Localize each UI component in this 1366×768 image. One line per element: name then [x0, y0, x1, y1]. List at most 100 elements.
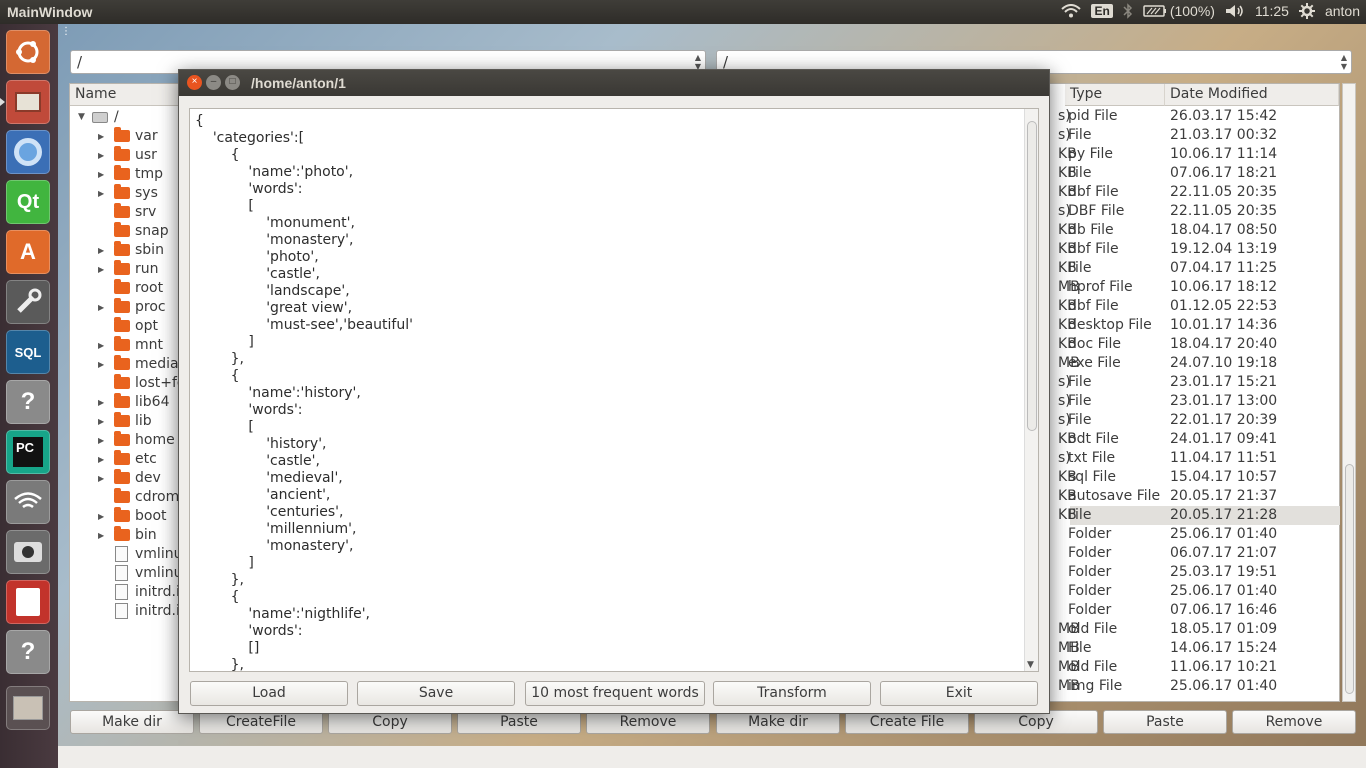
file-row[interactable]: Folder 25.06.17 01:40 [1068, 525, 1340, 544]
expand-arrow-icon[interactable]: ▶ [98, 469, 104, 488]
file-row[interactable]: KB dbf File 01.12.05 22:53 [1058, 297, 1340, 316]
wifi-icon[interactable] [1061, 4, 1082, 18]
menu-handle-icon[interactable]: ⋮ [61, 26, 71, 37]
workspace-switcher-icon[interactable] [6, 686, 50, 730]
tree-item[interactable]: root [70, 279, 190, 298]
right-scrollbar-thumb[interactable] [1345, 464, 1354, 694]
tree-item[interactable]: opt [70, 317, 190, 336]
tree-item[interactable]: vmlinu [70, 564, 190, 583]
file-row[interactable]: MB exe File 24.07.10 19:18 [1058, 354, 1340, 373]
file-row[interactable]: s) File 22.01.17 20:39 [1058, 411, 1340, 430]
file-row[interactable]: KB dbf File 22.11.05 20:35 [1058, 183, 1340, 202]
expand-arrow-icon[interactable]: ▶ [98, 355, 104, 374]
load-button[interactable]: Load [190, 681, 348, 706]
qt-creator-icon[interactable]: Qt [6, 180, 50, 224]
expand-arrow-icon[interactable]: ▶ [98, 127, 104, 146]
file-row[interactable]: KB doc File 18.04.17 20:40 [1058, 335, 1340, 354]
keyboard-layout-indicator[interactable]: En [1091, 4, 1113, 18]
clock[interactable]: 11:25 [1255, 3, 1289, 19]
expand-arrow-icon[interactable]: ▶ [98, 450, 104, 469]
mysql-workbench-icon[interactable]: SQL [6, 330, 50, 374]
file-row[interactable]: KB dbf File 19.12.04 13:19 [1058, 240, 1340, 259]
file-row[interactable]: Folder 07.06.17 16:46 [1068, 601, 1340, 620]
bluetooth-icon[interactable] [1123, 3, 1133, 19]
tree-item[interactable]: ▶ boot [70, 507, 190, 526]
file-row[interactable]: KB File 07.06.17 18:21 [1058, 164, 1340, 183]
date-column-header[interactable]: Date Modified [1165, 84, 1339, 106]
tree-item[interactable]: ▶ sys [70, 184, 190, 203]
expand-arrow-icon[interactable]: ▶ [98, 526, 104, 545]
tree-item[interactable]: ▶ bin [70, 526, 190, 545]
file-row[interactable]: s) File 23.01.17 15:21 [1058, 373, 1340, 392]
tree-item[interactable]: ▶ mnt [70, 336, 190, 355]
tree-item[interactable]: ▶ dev [70, 469, 190, 488]
save-button[interactable]: Save [357, 681, 515, 706]
expand-arrow-icon[interactable]: ▶ [98, 507, 104, 526]
file-row[interactable]: s) File 23.01.17 13:00 [1058, 392, 1340, 411]
unknown-app-icon[interactable]: ? [6, 380, 50, 424]
file-row[interactable]: s) File 21.03.17 00:32 [1058, 126, 1340, 145]
exit-button[interactable]: Exit [880, 681, 1038, 706]
expand-arrow-icon[interactable]: ▶ [98, 336, 104, 355]
file-row[interactable]: s) pid File 26.03.17 15:42 [1058, 107, 1340, 126]
expand-arrow-icon[interactable]: ▶ [98, 431, 104, 450]
expand-arrow-icon[interactable]: ▶ [98, 165, 104, 184]
expand-arrow-icon[interactable]: ▶ [98, 393, 104, 412]
tree-item[interactable]: ▶ sbin [70, 241, 190, 260]
file-row[interactable]: s) DBF File 22.11.05 20:35 [1058, 202, 1340, 221]
battery-indicator[interactable]: (100%) [1143, 3, 1215, 19]
right-remove-button[interactable]: Remove [1232, 710, 1356, 734]
tree-root[interactable]: ▼ / [70, 108, 190, 127]
tree-item[interactable]: ▶ proc [70, 298, 190, 317]
tree-item[interactable]: srv [70, 203, 190, 222]
volume-icon[interactable] [1225, 4, 1245, 18]
file-row[interactable]: KB py File 10.06.17 11:14 [1058, 145, 1340, 164]
file-row[interactable]: MB old File 18.05.17 01:09 [1058, 620, 1340, 639]
gear-icon[interactable] [1298, 3, 1315, 19]
frequent-words-button[interactable]: 10 most frequent words [525, 681, 705, 706]
text-editor[interactable]: { 'categories':[ { 'name':'photo', 'word… [189, 108, 1039, 672]
file-row[interactable]: KB desktop File 10.01.17 14:36 [1058, 316, 1340, 335]
tree-item[interactable]: lost+fo [70, 374, 190, 393]
file-row[interactable]: Folder 25.03.17 19:51 [1068, 563, 1340, 582]
file-row[interactable]: MB File 14.06.17 15:24 [1058, 639, 1340, 658]
minimize-icon[interactable]: – [206, 75, 221, 90]
pycharm-icon[interactable]: PC [6, 430, 50, 474]
tree-item[interactable]: ▶ usr [70, 146, 190, 165]
screenshot-icon[interactable] [6, 530, 50, 574]
expand-arrow-icon[interactable]: ▶ [98, 260, 104, 279]
ubuntu-dash-icon[interactable] [6, 30, 50, 74]
right-paste-button[interactable]: Paste [1103, 710, 1227, 734]
user-name[interactable]: anton [1325, 3, 1360, 19]
file-row[interactable]: KB db File 18.04.17 08:50 [1058, 221, 1340, 240]
file-row[interactable]: MB img File 25.06.17 01:40 [1058, 677, 1340, 696]
editor-content[interactable]: { 'categories':[ { 'name':'photo', 'word… [195, 113, 413, 671]
file-row[interactable]: KB autosave File 20.05.17 21:37 [1058, 487, 1340, 506]
tree-item[interactable]: ▶ tmp [70, 165, 190, 184]
file-row[interactable]: KB File 07.04.17 11:25 [1058, 259, 1340, 278]
network-icon[interactable] [6, 480, 50, 524]
file-row[interactable]: Folder 25.06.17 01:40 [1068, 582, 1340, 601]
system-settings-icon[interactable] [6, 280, 50, 324]
dialog-titlebar[interactable]: × – □ /home/anton/1 [179, 70, 1049, 96]
expand-arrow-icon[interactable]: ▶ [98, 298, 104, 317]
text-editor-icon[interactable] [6, 580, 50, 624]
file-manager-icon[interactable] [6, 80, 50, 124]
tree-item[interactable]: ▶ lib [70, 412, 190, 431]
tree-item[interactable]: initrd.i [70, 602, 190, 621]
tree-item[interactable]: cdrom [70, 488, 190, 507]
tree-item[interactable]: ▶ lib64 [70, 393, 190, 412]
right-scrollbar[interactable] [1342, 83, 1356, 702]
expand-arrow-icon[interactable]: ▶ [98, 412, 104, 431]
file-row[interactable]: KB File 20.05.17 21:28 [1058, 506, 1340, 525]
close-icon[interactable]: × [187, 75, 202, 90]
tree-item[interactable]: snap [70, 222, 190, 241]
software-center-icon[interactable]: A [6, 230, 50, 274]
tree-item[interactable]: vmlinu [70, 545, 190, 564]
maximize-icon[interactable]: □ [225, 75, 240, 90]
left-make-dir-button[interactable]: Make dir [70, 710, 194, 734]
transform-button[interactable]: Transform [713, 681, 871, 706]
collapse-arrow-icon[interactable]: ▼ [78, 108, 85, 127]
editor-scrollbar-thumb[interactable] [1027, 121, 1037, 431]
expand-arrow-icon[interactable]: ▶ [98, 184, 104, 203]
